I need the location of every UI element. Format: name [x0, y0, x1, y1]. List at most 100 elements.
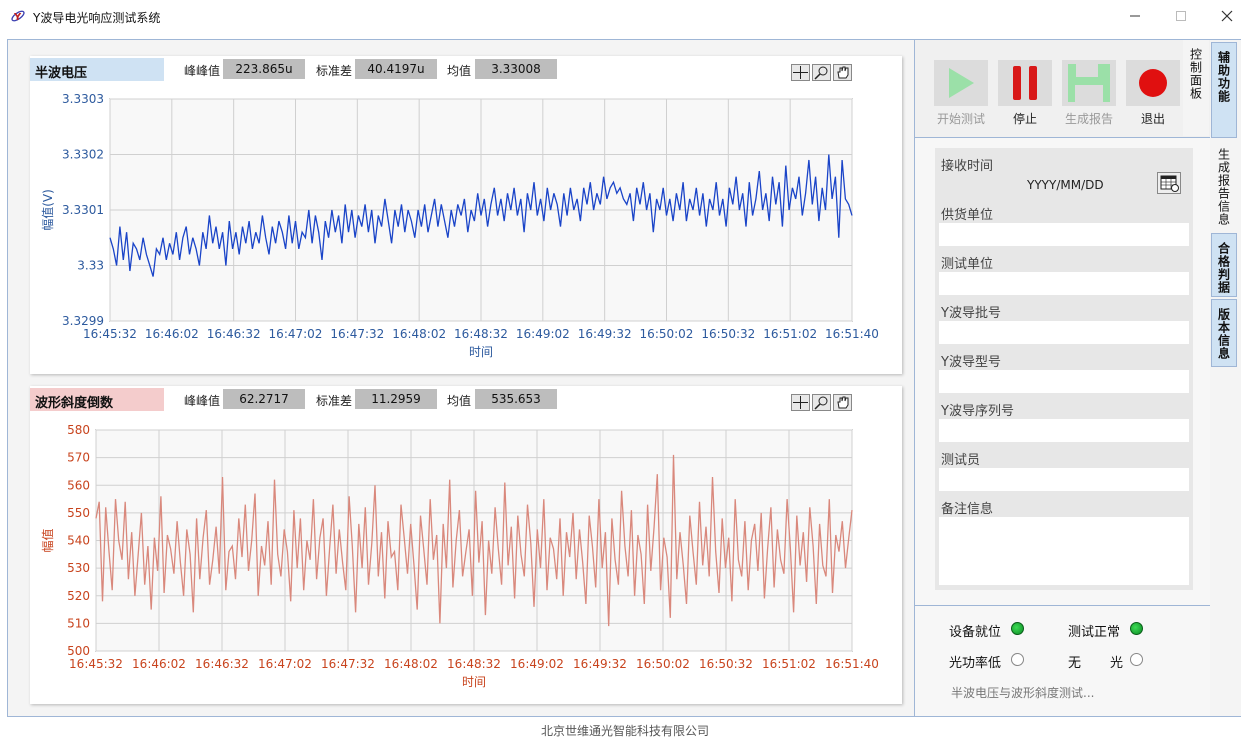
tab-version-info[interactable]: 版本信息 — [1211, 299, 1237, 367]
x-tick-label: 16:51:02 — [763, 327, 817, 341]
tab-control-panel-label: 控制面板 — [1188, 48, 1203, 100]
maximize-icon — [1176, 11, 1186, 21]
x-tick-label: 16:47:02 — [269, 327, 323, 341]
test-unit-label: 测试单位 — [941, 257, 994, 272]
close-icon — [1221, 10, 1233, 22]
y-tick-label: 530 — [67, 561, 90, 575]
generate-report-button[interactable]: 生成报告 — [1061, 60, 1117, 127]
y-tick-label: 3.33 — [77, 259, 104, 273]
remark-textarea[interactable] — [939, 517, 1189, 585]
remark-label: 备注信息 — [941, 502, 994, 517]
close-button[interactable] — [1204, 0, 1250, 32]
start-test-label: 开始测试 — [936, 112, 985, 126]
slope-reciprocal-panel: 波形斜度倒数 峰峰值 62.2717 标准差 11.2959 均值 535.65… — [30, 386, 902, 704]
no-light-label-2: 光 — [1110, 656, 1124, 671]
tab-pass-criteria[interactable]: 合格判据 — [1211, 233, 1237, 297]
model-input[interactable] — [939, 370, 1189, 393]
y-tick-label: 560 — [67, 478, 90, 492]
tester-label: 测试员 — [941, 453, 981, 468]
minimize-icon — [1130, 15, 1140, 17]
play-icon — [949, 68, 974, 98]
tester-input[interactable] — [939, 468, 1189, 491]
x-tick-label: 16:49:32 — [578, 327, 632, 341]
status-message: 半波电压与波形斜度测试... — [951, 686, 1095, 700]
x-tick-label: 16:46:02 — [132, 657, 186, 671]
right-panel: 开始测试 停止 生成报告 退出 接收时间 YYYY/MM/DD 供货单位 测试单… — [914, 40, 1211, 716]
pause-icon — [1013, 66, 1037, 100]
supplier-input[interactable] — [939, 223, 1189, 246]
start-test-button[interactable]: 开始测试 — [933, 60, 989, 127]
x-tick-label: 16:45:32 — [83, 327, 137, 341]
no-light-led — [1130, 653, 1143, 666]
x-axis-label: 时间 — [462, 675, 486, 689]
tab-control-panel[interactable]: 控制面板 — [1183, 40, 1209, 136]
tab-pass-criteria-label: 合格判据 — [1216, 242, 1231, 294]
x-tick-label: 16:49:02 — [516, 327, 570, 341]
x-tick-label: 16:51:40 — [825, 327, 879, 341]
x-tick-label: 16:48:02 — [392, 327, 446, 341]
y-tick-label: 3.3302 — [62, 148, 104, 162]
calendar-icon — [1160, 175, 1179, 192]
tab-report-info[interactable]: 生成报告信息 — [1211, 140, 1237, 230]
x-tick-label: 16:47:02 — [258, 657, 312, 671]
maximize-button[interactable] — [1158, 0, 1204, 32]
exit-label: 退出 — [1140, 112, 1165, 126]
tab-aux-functions[interactable]: 辅助功能 — [1211, 42, 1237, 138]
x-tick-label: 16:48:32 — [454, 327, 508, 341]
test-normal-label: 测试正常 — [1068, 625, 1121, 640]
x-tick-label: 16:51:40 — [825, 657, 879, 671]
low-power-led — [1011, 653, 1024, 666]
receive-date-field[interactable]: YYYY/MM/DD — [1027, 178, 1104, 192]
x-axis-label: 时间 — [469, 345, 493, 359]
minimize-button[interactable] — [1112, 0, 1158, 32]
batch-input[interactable] — [939, 321, 1189, 344]
report-info-form: 接收时间 YYYY/MM/DD 供货单位 测试单位 Y波导批号 Y波导型号 Y波… — [935, 148, 1193, 590]
status-area: 设备就位 测试正常 光功率低 无 光 半波电压与波形斜度测试... — [915, 605, 1211, 716]
x-tick-label: 16:50:32 — [699, 657, 753, 671]
low-power-label: 光功率低 — [949, 656, 1002, 671]
model-label: Y波导型号 — [941, 355, 1001, 370]
svg-text:Y: Y — [13, 12, 22, 23]
no-light-label-1: 无 — [1068, 656, 1082, 671]
y-tick-label: 3.3303 — [62, 92, 104, 106]
half-wave-voltage-chart[interactable]: 3.3303 3.3302 3.3301 3.33 3.329916:45:32 16:4… — [30, 56, 902, 374]
y-tick-label: 3.3301 — [62, 203, 104, 217]
app-logo-icon: Y — [11, 10, 25, 23]
x-tick-label: 16:46:32 — [207, 327, 261, 341]
y-tick-label: 520 — [67, 589, 90, 603]
device-ready-led — [1011, 622, 1024, 635]
device-ready-label: 设备就位 — [949, 625, 1002, 640]
save-icon — [1068, 64, 1110, 102]
control-toolbar: 开始测试 停止 生成报告 退出 — [915, 40, 1211, 138]
x-tick-label: 16:50:02 — [636, 657, 690, 671]
x-tick-label: 16:51:02 — [762, 657, 816, 671]
receive-time-label: 接收时间 — [941, 159, 994, 174]
test-unit-input[interactable] — [939, 272, 1189, 295]
y-tick-label: 580 — [67, 423, 90, 437]
x-tick-label: 16:45:32 — [69, 657, 123, 671]
serial-label: Y波导序列号 — [941, 404, 1014, 419]
supplier-label: 供货单位 — [941, 208, 994, 223]
x-tick-label: 16:49:02 — [510, 657, 564, 671]
x-tick-label: 16:47:32 — [321, 657, 375, 671]
company-footer: 北京世维通光智能科技有限公司 — [540, 724, 709, 738]
y-tick-label: 570 — [67, 451, 90, 465]
batch-label: Y波导批号 — [941, 306, 1001, 321]
title-bar: Y Y波导电光响应测试系统 — [0, 0, 1250, 32]
y-tick-label: 510 — [67, 616, 90, 630]
tab-version-label: 版本信息 — [1216, 308, 1231, 360]
y-axis-label: 幅值(V) — [40, 189, 55, 231]
y-tick-label: 540 — [67, 534, 90, 548]
generate-report-label: 生成报告 — [1064, 112, 1113, 126]
exit-button[interactable]: 退出 — [1125, 60, 1181, 127]
y-tick-label: 550 — [67, 506, 90, 520]
x-tick-label: 16:46:32 — [195, 657, 249, 671]
calendar-button[interactable] — [1157, 172, 1181, 194]
slope-reciprocal-chart[interactable]: 580 570 560 550 540 530 520 510 50016:45:32 16:46… — [30, 386, 902, 704]
serial-input[interactable] — [939, 419, 1189, 442]
y-tick-label: 3.3299 — [62, 314, 104, 328]
x-tick-label: 16:49:32 — [573, 657, 627, 671]
stop-button[interactable]: 停止 — [997, 60, 1053, 127]
stop-circle-icon — [1139, 69, 1167, 97]
x-tick-label: 16:48:32 — [447, 657, 501, 671]
